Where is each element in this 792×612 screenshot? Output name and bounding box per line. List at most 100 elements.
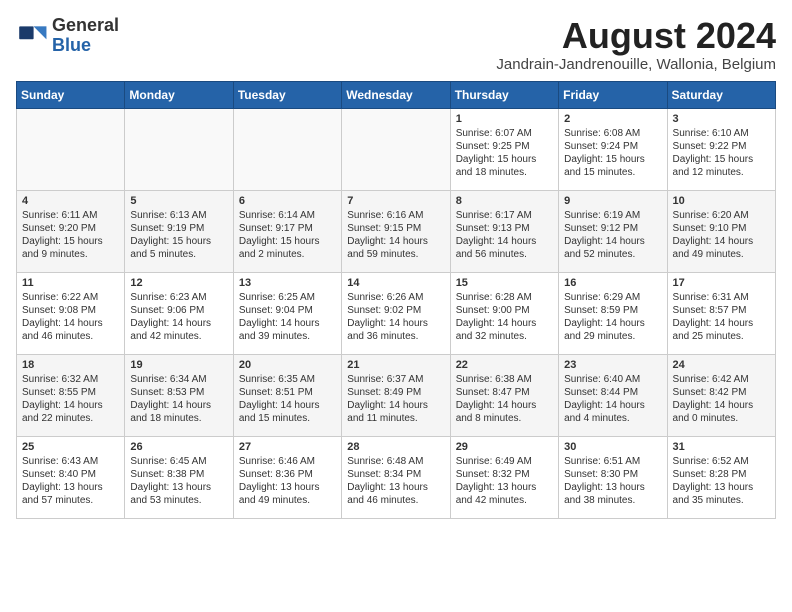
day-info: Daylight: 13 hours and 49 minutes. <box>239 481 336 507</box>
day-cell: 31Sunrise: 6:52 AMSunset: 8:28 PMDayligh… <box>667 436 775 518</box>
day-cell <box>342 108 450 190</box>
day-info: Daylight: 14 hours and 39 minutes. <box>239 317 336 343</box>
logo-icon <box>16 20 48 52</box>
week-row-4: 18Sunrise: 6:32 AMSunset: 8:55 PMDayligh… <box>17 354 776 436</box>
day-number: 19 <box>130 359 227 371</box>
day-number: 11 <box>22 277 119 289</box>
day-info: Daylight: 14 hours and 49 minutes. <box>673 235 770 261</box>
day-info: Sunset: 9:04 PM <box>239 304 336 317</box>
day-info: Sunrise: 6:51 AM <box>564 455 661 468</box>
day-info: Daylight: 15 hours and 15 minutes. <box>564 153 661 179</box>
day-cell: 1Sunrise: 6:07 AMSunset: 9:25 PMDaylight… <box>450 108 558 190</box>
day-number: 8 <box>456 195 553 207</box>
day-info: Daylight: 14 hours and 52 minutes. <box>564 235 661 261</box>
day-info: Daylight: 13 hours and 42 minutes. <box>456 481 553 507</box>
day-cell: 26Sunrise: 6:45 AMSunset: 8:38 PMDayligh… <box>125 436 233 518</box>
day-info: Daylight: 14 hours and 32 minutes. <box>456 317 553 343</box>
day-info: Sunrise: 6:28 AM <box>456 291 553 304</box>
day-number: 14 <box>347 277 444 289</box>
day-info: Daylight: 13 hours and 46 minutes. <box>347 481 444 507</box>
day-info: Sunset: 9:06 PM <box>130 304 227 317</box>
week-row-3: 11Sunrise: 6:22 AMSunset: 9:08 PMDayligh… <box>17 272 776 354</box>
day-info: Daylight: 13 hours and 53 minutes. <box>130 481 227 507</box>
day-cell: 15 Sunrise: 6:28 AMSunset: 9:00 PMDayligh… <box>450 272 558 354</box>
day-number: 30 <box>564 441 661 453</box>
day-info: Daylight: 14 hours and 56 minutes. <box>456 235 553 261</box>
day-cell: 28Sunrise: 6:48 AMSunset: 8:34 PMDayligh… <box>342 436 450 518</box>
day-cell: 9Sunrise: 6:19 AMSunset: 9:12 PMDaylight… <box>559 190 667 272</box>
day-info: Daylight: 14 hours and 36 minutes. <box>347 317 444 343</box>
day-info: Daylight: 13 hours and 38 minutes. <box>564 481 661 507</box>
day-info: Sunrise: 6:42 AM <box>673 373 770 386</box>
day-cell: 3Sunrise: 6:10 AMSunset: 9:22 PMDaylight… <box>667 108 775 190</box>
day-info: Daylight: 13 hours and 57 minutes. <box>22 481 119 507</box>
day-cell: 18Sunrise: 6:32 AMSunset: 8:55 PMDayligh… <box>17 354 125 436</box>
day-info: Sunset: 8:34 PM <box>347 468 444 481</box>
day-info: Sunrise: 6:40 AM <box>564 373 661 386</box>
day-cell: 10Sunrise: 6:20 AMSunset: 9:10 PMDayligh… <box>667 190 775 272</box>
day-info: Sunrise: 6:43 AM <box>22 455 119 468</box>
day-number: 27 <box>239 441 336 453</box>
day-number: 20 <box>239 359 336 371</box>
day-info: Sunrise: 6:32 AM <box>22 373 119 386</box>
week-row-1: 1Sunrise: 6:07 AMSunset: 9:25 PMDaylight… <box>17 108 776 190</box>
day-info: Sunrise: 6:17 AM <box>456 209 553 222</box>
calendar-title: August 2024 <box>496 16 776 56</box>
day-info: Sunrise: 6:52 AM <box>673 455 770 468</box>
day-info: Sunrise: 6:35 AM <box>239 373 336 386</box>
day-info: Sunrise: 6:37 AM <box>347 373 444 386</box>
day-info: Sunset: 8:49 PM <box>347 386 444 399</box>
day-info: Daylight: 14 hours and 4 minutes. <box>564 399 661 425</box>
day-info: Daylight: 14 hours and 8 minutes. <box>456 399 553 425</box>
day-cell: 24Sunrise: 6:42 AMSunset: 8:42 PMDayligh… <box>667 354 775 436</box>
day-number: 26 <box>130 441 227 453</box>
calendar-table: SundayMondayTuesdayWednesdayThursdayFrid… <box>16 81 776 519</box>
day-cell: 27Sunrise: 6:46 AMSunset: 8:36 PMDayligh… <box>233 436 341 518</box>
day-cell: 21Sunrise: 6:37 AMSunset: 8:49 PMDayligh… <box>342 354 450 436</box>
day-info: Daylight: 14 hours and 15 minutes. <box>239 399 336 425</box>
day-number: 7 <box>347 195 444 207</box>
day-info: Sunset: 9:20 PM <box>22 222 119 235</box>
day-info: Sunrise: 6:29 AM <box>564 291 661 304</box>
day-number: 29 <box>456 441 553 453</box>
day-info: Sunset: 8:42 PM <box>673 386 770 399</box>
day-info: Daylight: 15 hours and 2 minutes. <box>239 235 336 261</box>
day-info: Sunrise: 6:31 AM <box>673 291 770 304</box>
calendar-header: SundayMondayTuesdayWednesdayThursdayFrid… <box>17 81 776 108</box>
weekday-thursday: Thursday <box>450 81 558 108</box>
day-info: Sunset: 9:10 PM <box>673 222 770 235</box>
day-number: 15 <box>456 277 553 289</box>
day-number: 13 <box>239 277 336 289</box>
day-info: Sunset: 8:38 PM <box>130 468 227 481</box>
day-info: Sunrise: 6:49 AM <box>456 455 553 468</box>
day-info: Daylight: 15 hours and 9 minutes. <box>22 235 119 261</box>
day-info: Sunrise: 6:16 AM <box>347 209 444 222</box>
day-info: Sunrise: 6:23 AM <box>130 291 227 304</box>
title-block: August 2024 Jandrain-Jandrenouille, Wall… <box>496 16 776 73</box>
day-info: Sunrise: 6:07 AM <box>456 127 553 140</box>
day-info: Sunrise: 6:08 AM <box>564 127 661 140</box>
day-info: Sunrise: 6:13 AM <box>130 209 227 222</box>
logo: General Blue <box>16 16 119 56</box>
day-info: Sunset: 9:00 PM <box>456 304 553 317</box>
day-number: 31 <box>673 441 770 453</box>
day-info: Sunset: 8:28 PM <box>673 468 770 481</box>
day-info: Sunrise: 6:11 AM <box>22 209 119 222</box>
day-cell: 17Sunrise: 6:31 AMSunset: 8:57 PMDayligh… <box>667 272 775 354</box>
day-info: Sunset: 9:24 PM <box>564 140 661 153</box>
day-info: Sunset: 9:17 PM <box>239 222 336 235</box>
day-info: Daylight: 14 hours and 22 minutes. <box>22 399 119 425</box>
day-info: Sunrise: 6:22 AM <box>22 291 119 304</box>
day-info: Sunrise: 6:38 AM <box>456 373 553 386</box>
day-number: 21 <box>347 359 444 371</box>
day-number: 9 <box>564 195 661 207</box>
day-cell: 5Sunrise: 6:13 AMSunset: 9:19 PMDaylight… <box>125 190 233 272</box>
day-number: 5 <box>130 195 227 207</box>
day-info: Sunset: 9:02 PM <box>347 304 444 317</box>
logo-blue-text: Blue <box>52 36 119 56</box>
day-number: 3 <box>673 113 770 125</box>
day-cell: 2Sunrise: 6:08 AMSunset: 9:24 PMDaylight… <box>559 108 667 190</box>
day-info: Daylight: 15 hours and 12 minutes. <box>673 153 770 179</box>
day-cell: 22Sunrise: 6:38 AMSunset: 8:47 PMDayligh… <box>450 354 558 436</box>
day-info: Sunset: 8:47 PM <box>456 386 553 399</box>
